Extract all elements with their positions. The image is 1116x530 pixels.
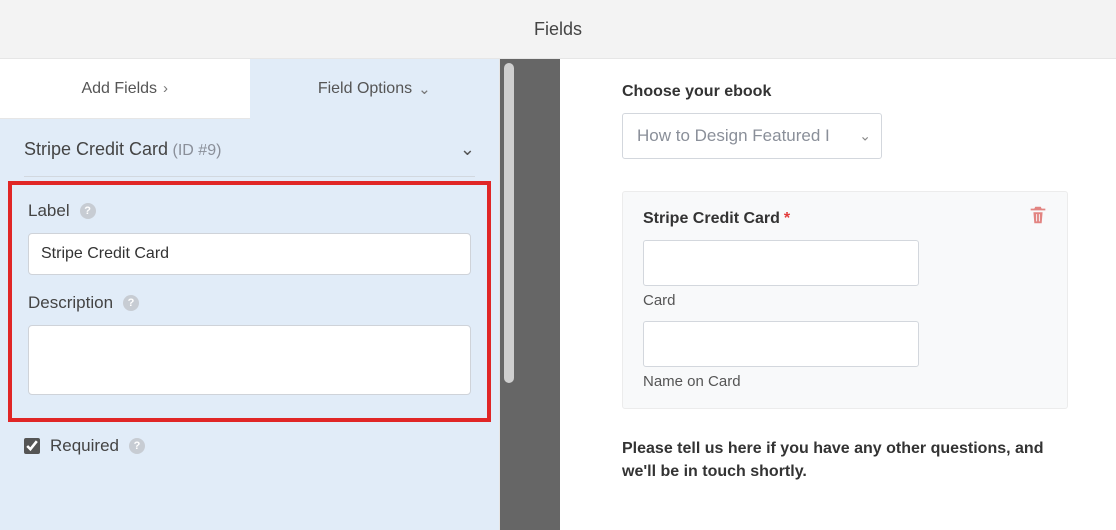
label-input[interactable]	[28, 233, 471, 275]
ebook-select[interactable]: How to Design Featured I ⌄	[622, 113, 882, 159]
main-layout: Add Fields › Field Options ⌄ Stripe Cred…	[0, 59, 1116, 530]
required-checkbox[interactable]	[24, 438, 40, 454]
chevron-down-icon: ⌄	[859, 128, 871, 145]
tab-options-label: Field Options	[318, 80, 412, 98]
field-header[interactable]: Stripe Credit Card (ID #9) ⌄	[0, 119, 499, 176]
preview-panel: Choose your ebook How to Design Featured…	[560, 59, 1116, 530]
required-row: Required ?	[0, 422, 499, 456]
tab-add-fields[interactable]: Add Fields ›	[0, 59, 250, 119]
description-label: Description	[28, 293, 113, 313]
highlighted-section: Label ? Description ?	[8, 181, 491, 422]
help-icon[interactable]: ?	[80, 203, 96, 219]
description-textarea[interactable]	[28, 325, 471, 395]
divider	[24, 176, 475, 177]
stripe-card-title: Stripe Credit Card	[643, 210, 780, 228]
chevron-right-icon: ›	[163, 80, 168, 97]
scrollbar-thumb[interactable]	[504, 63, 514, 383]
name-on-card-input[interactable]	[643, 321, 919, 367]
required-label: Required	[50, 436, 119, 456]
chevron-down-icon: ⌄	[460, 139, 475, 160]
label-label: Label	[28, 201, 70, 221]
trash-icon[interactable]	[1027, 202, 1049, 228]
name-sublabel: Name on Card	[643, 373, 1047, 390]
choose-ebook-label: Choose your ebook	[622, 83, 1068, 101]
question-label: Please tell us here if you have any othe…	[622, 437, 1052, 483]
tabs: Add Fields › Field Options ⌄	[0, 59, 499, 119]
tab-add-label: Add Fields	[81, 80, 157, 98]
help-icon[interactable]: ?	[123, 295, 139, 311]
page-title: Fields	[534, 19, 582, 40]
ebook-select-value: How to Design Featured I	[637, 126, 830, 146]
field-id: (ID #9)	[173, 142, 222, 159]
card-sublabel: Card	[643, 292, 1047, 309]
chevron-down-icon: ⌄	[418, 80, 431, 98]
scrollbar-track[interactable]	[500, 59, 560, 530]
required-star: *	[784, 210, 790, 228]
help-icon[interactable]: ?	[129, 438, 145, 454]
field-name: Stripe Credit Card	[24, 139, 168, 159]
card-number-input[interactable]	[643, 240, 919, 286]
page-header: Fields	[0, 0, 1116, 59]
stripe-card-block: Stripe Credit Card * Card Name on Card	[622, 191, 1068, 409]
left-panel: Add Fields › Field Options ⌄ Stripe Cred…	[0, 59, 500, 530]
tab-field-options[interactable]: Field Options ⌄	[250, 59, 500, 119]
